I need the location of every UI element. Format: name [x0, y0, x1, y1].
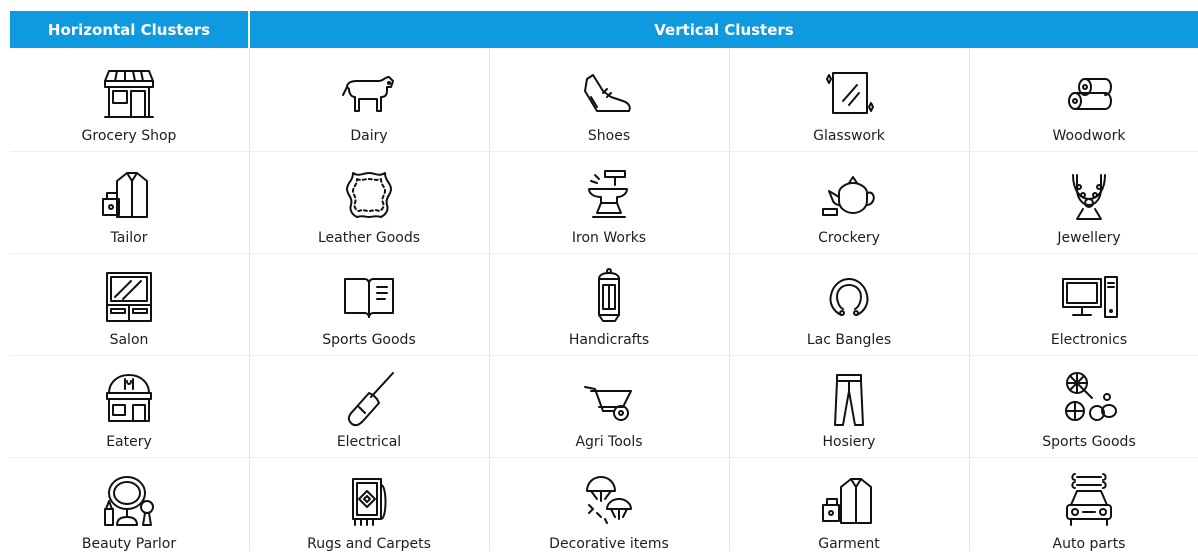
cluster-label: Grocery Shop [81, 128, 177, 144]
cluster-label: Auto parts [1052, 536, 1126, 552]
computer-icon [1057, 265, 1121, 329]
horizontal-cluster-item: Tailor [10, 152, 248, 254]
cluster-label: Hosiery [822, 434, 876, 450]
vertical-cluster-item: Rugs and Carpets [250, 458, 488, 560]
cluster-label: Salon [109, 332, 149, 348]
column-divider [249, 48, 250, 551]
column-divider [489, 48, 490, 551]
cluster-label: Sports Goods [1042, 434, 1136, 450]
necklace-icon [1057, 163, 1121, 227]
cluster-label: Handicrafts [568, 332, 650, 348]
leather-hide-icon [337, 163, 401, 227]
car-icon [1057, 469, 1121, 533]
screwdriver-icon [337, 367, 401, 431]
vertical-cluster-item: Hosiery [730, 356, 968, 458]
vertical-cluster-item: Glasswork [730, 50, 968, 152]
horizontal-cluster-item: Grocery Shop [10, 50, 248, 152]
cluster-label: Eatery [106, 434, 152, 450]
cluster-label: Tailor [110, 230, 148, 246]
cluster-label: Beauty Parlor [81, 536, 177, 552]
cluster-label: Electronics [1050, 332, 1128, 348]
anvil-icon [577, 163, 641, 227]
beauty-mirror-icon [97, 469, 161, 533]
wood-logs-icon [1057, 61, 1121, 125]
tailor-icon [97, 163, 161, 227]
row-divider [10, 253, 1198, 254]
cluster-label: Glasswork [813, 128, 885, 144]
column-divider [969, 48, 970, 551]
vertical-cluster-item: Crockery [730, 152, 968, 254]
vertical-clusters-header: Vertical Clusters [250, 11, 1198, 48]
shoe-icon [577, 61, 641, 125]
vertical-cluster-item: Sports Goods [970, 356, 1198, 458]
grocery-shop-icon [97, 61, 161, 125]
trousers-icon [817, 367, 881, 431]
vertical-cluster-item: Iron Works [490, 152, 728, 254]
cluster-label: Decorative items [549, 536, 669, 552]
horizontal-cluster-item: Eatery [10, 356, 248, 458]
vertical-cluster-item: Decorative items [490, 458, 728, 560]
cluster-label: Sports Goods [322, 332, 416, 348]
wheelbarrow-icon [577, 367, 641, 431]
vertical-cluster-item: Sports Goods [250, 254, 488, 356]
horizontal-cluster-item: Beauty Parlor [10, 458, 248, 560]
row-divider [10, 151, 1198, 152]
cluster-label: Dairy [350, 128, 388, 144]
cluster-label: Woodwork [1052, 128, 1126, 144]
book-icon [337, 265, 401, 329]
bangle-icon [817, 265, 881, 329]
row-divider [10, 355, 1198, 356]
cluster-label: Shoes [587, 128, 631, 144]
lantern-icon [577, 265, 641, 329]
horizontal-clusters-header: Horizontal Clusters [10, 11, 248, 48]
cow-icon [337, 61, 401, 125]
horizontal-cluster-item: Salon [10, 254, 248, 356]
glass-pane-icon [817, 61, 881, 125]
row-divider [10, 457, 1198, 458]
vertical-cluster-item: Leather Goods [250, 152, 488, 254]
cluster-label: Lac Bangles [806, 332, 892, 348]
cluster-label: Garment [818, 536, 880, 552]
vertical-cluster-item: Electrical [250, 356, 488, 458]
cluster-label: Rugs and Carpets [307, 536, 431, 552]
cluster-label: Crockery [818, 230, 880, 246]
decorative-lamps-icon [577, 469, 641, 533]
teapot-icon [817, 163, 881, 227]
vertical-cluster-item: Garment [730, 458, 968, 560]
column-divider [729, 48, 730, 551]
cluster-label: Electrical [336, 434, 402, 450]
vertical-cluster-item: Auto parts [970, 458, 1198, 560]
cluster-label: Leather Goods [317, 230, 421, 246]
cluster-label: Agri Tools [575, 434, 643, 450]
vertical-cluster-item: Dairy [250, 50, 488, 152]
garment-icon [817, 469, 881, 533]
restaurant-icon [97, 367, 161, 431]
vertical-cluster-item: Jewellery [970, 152, 1198, 254]
vertical-cluster-item: Handicrafts [490, 254, 728, 356]
vertical-cluster-item: Agri Tools [490, 356, 728, 458]
vertical-cluster-item: Woodwork [970, 50, 1198, 152]
sports-balls-icon [1057, 367, 1121, 431]
vertical-cluster-item: Electronics [970, 254, 1198, 356]
salon-mirror-icon [97, 265, 161, 329]
rug-icon [337, 469, 401, 533]
cluster-label: Iron Works [571, 230, 647, 246]
vertical-cluster-item: Lac Bangles [730, 254, 968, 356]
cluster-label: Jewellery [1057, 230, 1121, 246]
vertical-cluster-item: Shoes [490, 50, 728, 152]
clusters-table: { "header": { "horizontal_title": "Horiz… [0, 0, 1198, 552]
